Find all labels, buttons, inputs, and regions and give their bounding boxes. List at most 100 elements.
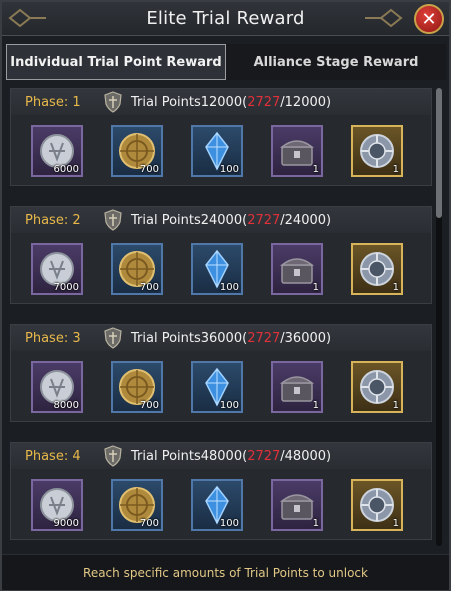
reward-quantity: 1 <box>392 164 399 175</box>
phase-header: Phase: 4 Trial Points48000(2727/48000) <box>11 443 431 469</box>
reward-item[interactable]: 1 <box>351 243 403 295</box>
reward-item[interactable]: 100 <box>191 243 243 295</box>
trial-points-progress: Trial Points48000(2727/48000) <box>131 449 331 464</box>
ornament-icon <box>365 8 403 28</box>
reward-quantity: 1 <box>312 400 319 411</box>
reward-quantity: 6000 <box>53 164 79 175</box>
steel-gear-emblem-icon <box>360 488 394 522</box>
reward-item[interactable]: 700 <box>111 479 163 531</box>
reward-item[interactable]: 100 <box>191 361 243 413</box>
close-button[interactable]: ✕ <box>414 4 444 34</box>
scroll-thumb[interactable] <box>436 88 442 218</box>
reward-quantity: 1 <box>392 282 399 293</box>
reward-item[interactable]: 6000 <box>31 125 83 177</box>
reward-items: 7000 700 100 1 1 <box>31 243 431 299</box>
reward-quantity: 700 <box>139 518 159 529</box>
reward-item[interactable]: 1 <box>271 125 323 177</box>
reward-quantity: 700 <box>139 164 159 175</box>
reward-item[interactable]: 700 <box>111 361 163 413</box>
reward-items: 8000 700 100 1 1 <box>31 361 431 417</box>
reward-quantity: 1 <box>312 282 319 293</box>
phase-block: Phase: 3 Trial Points36000(2727/36000) 800… <box>10 324 432 422</box>
steel-gear-emblem-icon <box>360 134 394 168</box>
steel-gear-emblem-icon <box>360 370 394 404</box>
ornament-icon <box>8 8 46 28</box>
treasure-chest-icon <box>279 376 315 402</box>
reward-quantity: 1 <box>392 400 399 411</box>
reward-window: Elite Trial Reward ✕ Individual Trial Po… <box>0 0 451 591</box>
points-target: /36000) <box>280 330 332 346</box>
reward-item[interactable]: 9000 <box>31 479 83 531</box>
reward-item[interactable]: 1 <box>271 361 323 413</box>
reward-quantity: 7000 <box>53 282 79 293</box>
phase-list[interactable]: Phase: 1 Trial Points12000(2727/12000) 600… <box>10 88 432 546</box>
shield-icon <box>104 445 122 467</box>
phase-header: Phase: 2 Trial Points24000(2727/24000) <box>11 207 431 233</box>
phase-block: Phase: 2 Trial Points24000(2727/24000) 700… <box>10 206 432 304</box>
tab-label: Alliance Stage Reward <box>253 54 419 70</box>
tab-label: Individual Trial Point Reward <box>10 54 222 70</box>
reward-item[interactable]: 700 <box>111 243 163 295</box>
reward-item[interactable]: 1 <box>351 479 403 531</box>
tab-alliance-stage-reward[interactable]: Alliance Stage Reward <box>226 44 446 80</box>
phase-label: Phase: 3 <box>25 330 81 346</box>
reward-item[interactable]: 1 <box>351 361 403 413</box>
tab-individual-trial-point-reward[interactable]: Individual Trial Point Reward <box>6 44 226 80</box>
points-current: 2727 <box>247 212 281 228</box>
points-required: Trial Points24000( <box>131 212 248 228</box>
points-required: Trial Points12000( <box>131 94 248 110</box>
points-target: /48000) <box>280 448 332 464</box>
reward-quantity: 8000 <box>53 400 79 411</box>
reward-quantity: 1 <box>392 518 399 529</box>
reward-quantity: 1 <box>312 518 319 529</box>
trial-points-progress: Trial Points12000(2727/12000) <box>131 95 331 110</box>
treasure-chest-icon <box>279 140 315 166</box>
phase-label: Phase: 4 <box>25 448 81 464</box>
reward-item[interactable]: 7000 <box>31 243 83 295</box>
reward-quantity: 700 <box>139 282 159 293</box>
points-required: Trial Points36000( <box>131 330 248 346</box>
steel-gear-emblem-icon <box>360 252 394 286</box>
treasure-chest-icon <box>279 258 315 284</box>
phase-block: Phase: 1 Trial Points12000(2727/12000) 600… <box>10 88 432 186</box>
phase-header: Phase: 1 Trial Points12000(2727/12000) <box>11 89 431 115</box>
tab-bar: Individual Trial Point Reward Alliance S… <box>6 44 446 80</box>
trial-points-progress: Trial Points24000(2727/24000) <box>131 213 331 228</box>
points-target: /24000) <box>280 212 332 228</box>
reward-items: 6000 700 100 1 1 <box>31 125 431 181</box>
reward-item[interactable]: 1 <box>271 243 323 295</box>
scrollbar[interactable] <box>436 88 442 546</box>
reward-item[interactable]: 700 <box>111 125 163 177</box>
reward-quantity: 100 <box>219 282 239 293</box>
shield-icon <box>104 91 122 113</box>
points-current: 2727 <box>247 448 281 464</box>
reward-item[interactable]: 100 <box>191 125 243 177</box>
points-current: 2727 <box>247 330 281 346</box>
reward-quantity: 100 <box>219 400 239 411</box>
phase-label: Phase: 1 <box>25 94 81 110</box>
phase-label: Phase: 2 <box>25 212 81 228</box>
reward-item[interactable]: 8000 <box>31 361 83 413</box>
trial-points-progress: Trial Points36000(2727/36000) <box>131 331 331 346</box>
reward-quantity: 700 <box>139 400 159 411</box>
phase-block: Phase: 4 Trial Points48000(2727/48000) 900… <box>10 442 432 540</box>
reward-item[interactable]: 1 <box>271 479 323 531</box>
reward-items: 9000 700 100 1 1 <box>31 479 431 535</box>
shield-icon <box>104 209 122 231</box>
window-title: Elite Trial Reward <box>146 8 305 29</box>
footer-hint: Reach specific amounts of Trial Points t… <box>2 554 449 590</box>
treasure-chest-icon <box>279 494 315 520</box>
close-icon: ✕ <box>421 8 437 30</box>
reward-quantity: 1 <box>312 164 319 175</box>
points-target: /12000) <box>280 94 332 110</box>
reward-quantity: 9000 <box>53 518 79 529</box>
title-bar: Elite Trial Reward ✕ <box>2 2 449 36</box>
shield-icon <box>104 327 122 349</box>
points-current: 2727 <box>247 94 281 110</box>
reward-item[interactable]: 1 <box>351 125 403 177</box>
points-required: Trial Points48000( <box>131 448 248 464</box>
reward-quantity: 100 <box>219 518 239 529</box>
reward-item[interactable]: 100 <box>191 479 243 531</box>
reward-quantity: 100 <box>219 164 239 175</box>
phase-header: Phase: 3 Trial Points36000(2727/36000) <box>11 325 431 351</box>
